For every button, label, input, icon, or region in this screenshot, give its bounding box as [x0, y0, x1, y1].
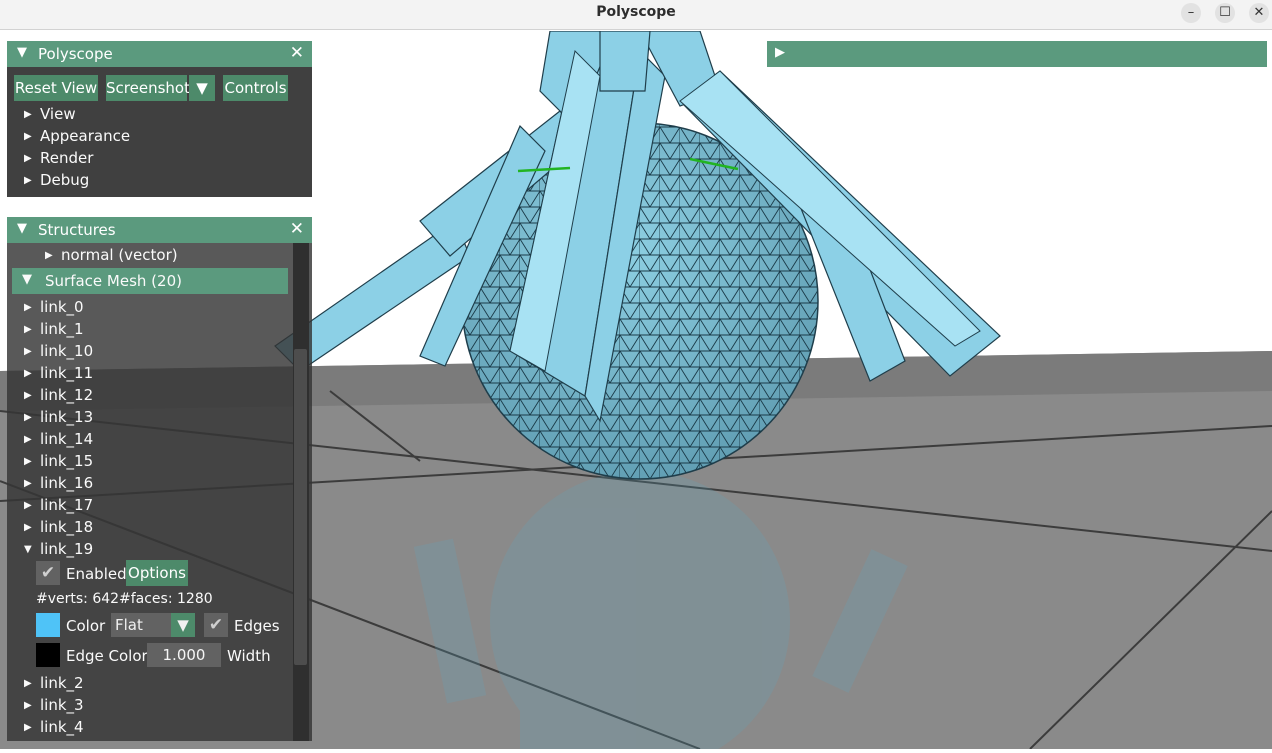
section-appearance[interactable]: ▶ Appearance: [24, 127, 130, 145]
triangle-right-icon: ▶: [24, 412, 32, 423]
close-window-button[interactable]: ✕: [1249, 3, 1269, 23]
screenshot-button[interactable]: Screenshot: [106, 75, 190, 101]
screenshot-options-button[interactable]: ▼: [189, 75, 215, 101]
edge-color-swatch[interactable]: [36, 643, 60, 667]
user-panel-header[interactable]: ▶: [767, 41, 1267, 67]
window-title: Polyscope: [596, 4, 676, 20]
triangle-down-icon: ▼: [24, 544, 32, 555]
triangle-right-icon: ▶: [24, 109, 32, 120]
list-item[interactable]: ▶ link_1: [24, 320, 84, 338]
window-titlebar: Polyscope – ☐ ✕: [0, 0, 1272, 30]
structures-panel-header[interactable]: ▼ Structures ✕: [7, 217, 312, 243]
scrollbar-thumb[interactable]: [294, 349, 307, 665]
reset-view-button[interactable]: Reset View: [14, 75, 98, 101]
triangle-right-icon: ▶: [24, 131, 32, 142]
list-item[interactable]: ▶ link_4: [24, 718, 84, 736]
panel-title: Polyscope: [38, 45, 113, 63]
close-icon[interactable]: ✕: [290, 43, 304, 63]
shade-mode-value: Flat: [115, 616, 143, 634]
triangle-right-icon: ▶: [45, 250, 53, 261]
list-item[interactable]: ▶ link_10: [24, 342, 93, 360]
triangle-right-icon: ▶: [24, 500, 32, 511]
maximize-button[interactable]: ☐: [1215, 3, 1235, 23]
triangle-right-icon: ▶: [24, 722, 32, 733]
list-item[interactable]: ▶ link_15: [24, 452, 93, 470]
section-debug[interactable]: ▶ Debug: [24, 171, 89, 189]
surface-mesh-header[interactable]: ▼ Surface Mesh (20): [12, 268, 288, 294]
triangle-right-icon: ▶: [24, 324, 32, 335]
check-icon: ✔: [208, 615, 224, 635]
chevron-down-icon: ▼: [196, 79, 208, 97]
list-item[interactable]: ▶ link_17: [24, 496, 93, 514]
edges-label: Edges: [234, 617, 280, 635]
triangle-right-icon: ▶: [24, 368, 32, 379]
list-item[interactable]: ▶ link_14: [24, 430, 93, 448]
check-icon: ✔: [40, 563, 56, 583]
enabled-label: Enabled: [66, 565, 127, 583]
triangle-right-icon: ▶: [24, 302, 32, 313]
list-item[interactable]: ▶ link_13: [24, 408, 93, 426]
triangle-right-icon: ▶: [24, 153, 32, 164]
list-item[interactable]: ▶ link_11: [24, 364, 93, 382]
list-item[interactable]: ▶ link_3: [24, 696, 84, 714]
list-item-expanded[interactable]: ▼ link_19: [24, 540, 93, 558]
enabled-checkbox[interactable]: ✔: [36, 561, 60, 585]
list-item[interactable]: ▶ link_16: [24, 474, 93, 492]
triangle-right-icon: ▶: [24, 434, 32, 445]
polyscope-panel-header[interactable]: ▼ Polyscope ✕: [7, 41, 312, 67]
edge-color-label: Edge Color: [66, 647, 148, 665]
width-label: Width: [227, 647, 271, 665]
section-render[interactable]: ▶ Render: [24, 149, 93, 167]
chevron-down-icon: ▼: [171, 613, 195, 637]
triangle-right-icon: ▶: [24, 456, 32, 467]
color-swatch[interactable]: [36, 613, 60, 637]
edges-checkbox[interactable]: ✔: [204, 613, 228, 637]
close-icon[interactable]: ✕: [290, 219, 304, 239]
options-button[interactable]: Options: [126, 560, 188, 586]
triangle-right-icon: ▶: [24, 175, 32, 186]
polyscope-panel: ▼ Polyscope ✕ Reset View Screenshot ▼ Co…: [7, 41, 312, 197]
faces-count: #faces: 1280: [119, 591, 213, 607]
controls-button[interactable]: Controls: [223, 75, 288, 101]
panel-title: Structures: [38, 221, 116, 239]
list-item[interactable]: ▶ link_18: [24, 518, 93, 536]
triangle-right-icon: ▶: [24, 346, 32, 357]
triangle-right-icon: ▶: [24, 390, 32, 401]
triangle-right-icon: ▶: [24, 478, 32, 489]
triangle-down-icon: ▼: [17, 45, 27, 60]
verts-count: #verts: 642: [36, 591, 120, 607]
minimize-button[interactable]: –: [1181, 3, 1201, 23]
triangle-right-icon: ▶: [24, 700, 32, 711]
color-label: Color: [66, 617, 106, 635]
structures-panel: ▼ Structures ✕ ▶ normal (vector) ▼ Surfac…: [7, 217, 312, 741]
triangle-right-icon: ▶: [775, 45, 785, 60]
triangle-right-icon: ▶: [24, 678, 32, 689]
list-item[interactable]: ▶ link_2: [24, 674, 84, 692]
section-view[interactable]: ▶ View: [24, 105, 76, 123]
shade-mode-select[interactable]: Flat ▼: [111, 613, 195, 637]
list-item[interactable]: ▶ link_0: [24, 298, 84, 316]
edge-width-slider[interactable]: 1.000: [147, 643, 221, 667]
triangle-down-icon: ▼: [17, 221, 27, 236]
normal-vector-item[interactable]: ▶ normal (vector): [45, 246, 178, 264]
triangle-down-icon: ▼: [22, 272, 32, 287]
list-item[interactable]: ▶ link_12: [24, 386, 93, 404]
triangle-right-icon: ▶: [24, 522, 32, 533]
